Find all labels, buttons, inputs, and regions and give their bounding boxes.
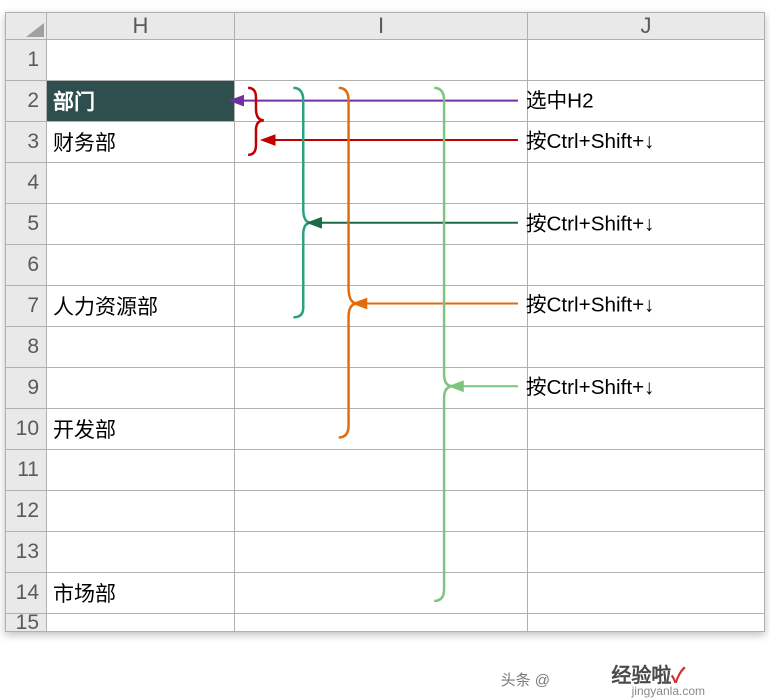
cell-j2[interactable] bbox=[528, 81, 765, 122]
row-header-10[interactable]: 10 bbox=[5, 409, 47, 450]
cell-i8[interactable] bbox=[235, 327, 528, 368]
row-header-3[interactable]: 3 bbox=[5, 122, 47, 163]
row-5: 5 bbox=[5, 204, 765, 245]
row-12: 12 bbox=[5, 491, 765, 532]
cell-i6[interactable] bbox=[235, 245, 528, 286]
row-14: 14 市场部 bbox=[5, 573, 765, 614]
cell-h15[interactable] bbox=[47, 614, 235, 632]
header-row: H I J bbox=[5, 12, 765, 40]
row-header-12[interactable]: 12 bbox=[5, 491, 47, 532]
cell-i1[interactable] bbox=[235, 40, 528, 81]
cell-h10[interactable]: 开发部 bbox=[47, 409, 235, 450]
row-header-1[interactable]: 1 bbox=[5, 40, 47, 81]
cell-i14[interactable] bbox=[235, 573, 528, 614]
cell-i7[interactable] bbox=[235, 286, 528, 327]
row-15: 15 bbox=[5, 614, 765, 632]
col-header-j[interactable]: J bbox=[528, 12, 765, 40]
select-all-corner[interactable] bbox=[5, 12, 47, 40]
row-4: 4 bbox=[5, 163, 765, 204]
cell-j8[interactable] bbox=[528, 327, 765, 368]
cell-i12[interactable] bbox=[235, 491, 528, 532]
cell-i10[interactable] bbox=[235, 409, 528, 450]
row-8: 8 bbox=[5, 327, 765, 368]
cell-h9[interactable] bbox=[47, 368, 235, 409]
cell-j10[interactable] bbox=[528, 409, 765, 450]
row-9: 9 bbox=[5, 368, 765, 409]
cell-i5[interactable] bbox=[235, 204, 528, 245]
row-header-6[interactable]: 6 bbox=[5, 245, 47, 286]
cell-j12[interactable] bbox=[528, 491, 765, 532]
cell-h2[interactable]: 部门 bbox=[47, 81, 235, 122]
row-header-11[interactable]: 11 bbox=[5, 450, 47, 491]
cell-h3[interactable]: 财务部 bbox=[47, 122, 235, 163]
row-7: 7 人力资源部 bbox=[5, 286, 765, 327]
cell-j15[interactable] bbox=[528, 614, 765, 632]
row-13: 13 bbox=[5, 532, 765, 573]
cell-j4[interactable] bbox=[528, 163, 765, 204]
cell-j13[interactable] bbox=[528, 532, 765, 573]
cell-i3[interactable] bbox=[235, 122, 528, 163]
cell-i13[interactable] bbox=[235, 532, 528, 573]
cell-j6[interactable] bbox=[528, 245, 765, 286]
row-header-13[interactable]: 13 bbox=[5, 532, 47, 573]
row-1: 1 bbox=[5, 40, 765, 81]
cell-j5[interactable] bbox=[528, 204, 765, 245]
cell-h8[interactable] bbox=[47, 327, 235, 368]
row-10: 10 开发部 bbox=[5, 409, 765, 450]
row-header-4[interactable]: 4 bbox=[5, 163, 47, 204]
row-2: 2 部门 bbox=[5, 81, 765, 122]
row-header-5[interactable]: 5 bbox=[5, 204, 47, 245]
row-header-8[interactable]: 8 bbox=[5, 327, 47, 368]
cell-i11[interactable] bbox=[235, 450, 528, 491]
cell-h7[interactable]: 人力资源部 bbox=[47, 286, 235, 327]
row-3: 3 财务部 bbox=[5, 122, 765, 163]
row-11: 11 bbox=[5, 450, 765, 491]
cell-j7[interactable] bbox=[528, 286, 765, 327]
watermark-source: 头条 @ bbox=[501, 669, 550, 690]
row-header-2[interactable]: 2 bbox=[5, 81, 47, 122]
cell-i4[interactable] bbox=[235, 163, 528, 204]
cell-h1[interactable] bbox=[47, 40, 235, 81]
row-header-9[interactable]: 9 bbox=[5, 368, 47, 409]
cell-h12[interactable] bbox=[47, 491, 235, 532]
col-header-i[interactable]: I bbox=[235, 12, 528, 40]
row-header-7[interactable]: 7 bbox=[5, 286, 47, 327]
cell-i2[interactable] bbox=[235, 81, 528, 122]
row-header-14[interactable]: 14 bbox=[5, 573, 47, 614]
cell-j11[interactable] bbox=[528, 450, 765, 491]
cell-j14[interactable] bbox=[528, 573, 765, 614]
watermark-url: jingyanla.com bbox=[632, 684, 705, 698]
cell-h4[interactable] bbox=[47, 163, 235, 204]
col-header-h[interactable]: H bbox=[47, 12, 235, 40]
cell-h14[interactable]: 市场部 bbox=[47, 573, 235, 614]
cell-j3[interactable] bbox=[528, 122, 765, 163]
cell-i9[interactable] bbox=[235, 368, 528, 409]
cell-h6[interactable] bbox=[47, 245, 235, 286]
cell-j9[interactable] bbox=[528, 368, 765, 409]
row-header-15[interactable]: 15 bbox=[5, 614, 47, 632]
cell-h5[interactable] bbox=[47, 204, 235, 245]
row-6: 6 bbox=[5, 245, 765, 286]
cell-j1[interactable] bbox=[528, 40, 765, 81]
cell-h11[interactable] bbox=[47, 450, 235, 491]
cell-h13[interactable] bbox=[47, 532, 235, 573]
spreadsheet[interactable]: H I J 1 2 部门 3 财务部 4 5 6 7 人力 bbox=[5, 12, 765, 632]
cell-i15[interactable] bbox=[235, 614, 528, 632]
